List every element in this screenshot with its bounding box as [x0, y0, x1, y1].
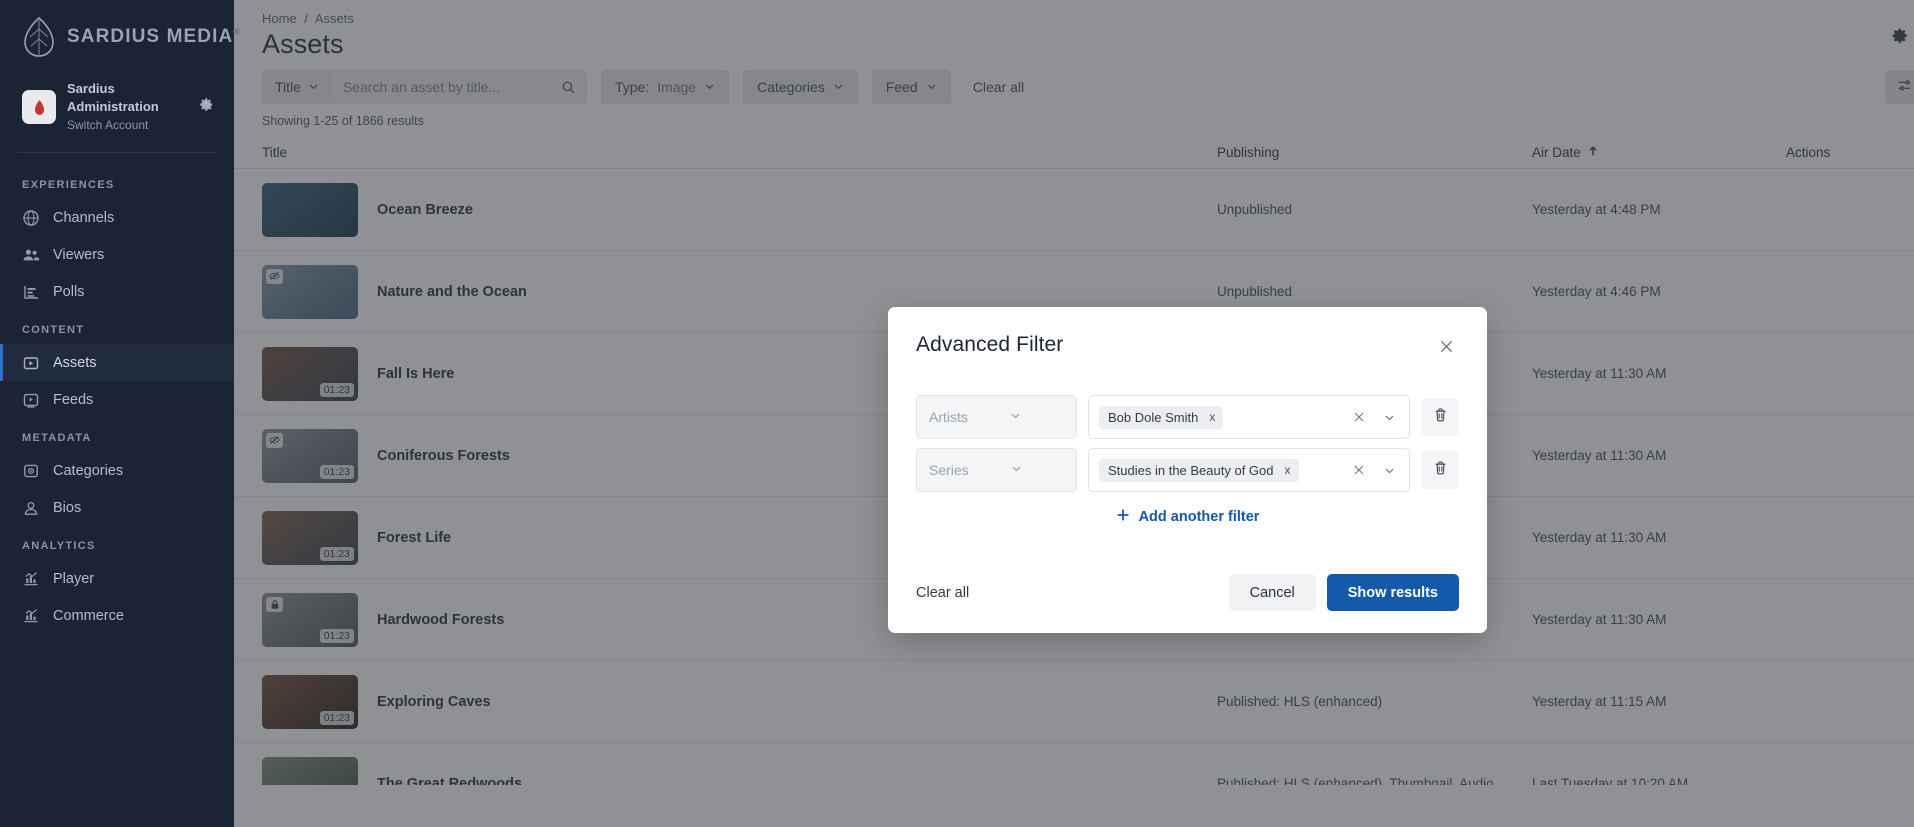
filter-field-placeholder: Series	[929, 462, 969, 478]
sidebar-item-label: Commerce	[53, 607, 124, 624]
sidebar-item-bios[interactable]: Bios	[0, 489, 234, 526]
sidebar-item-polls[interactable]: Polls	[0, 273, 234, 310]
sidebar-item-label: Assets	[53, 354, 97, 371]
sidebar-item-commerce[interactable]: Commerce	[0, 597, 234, 634]
add-another-filter-button[interactable]: Add another filter	[916, 508, 1459, 526]
filter-row: Series Studies in the Beauty of God x	[916, 448, 1459, 492]
modal-clear-all-button[interactable]: Clear all	[916, 585, 969, 601]
chart-up-icon	[22, 607, 40, 625]
modal-footer: Clear all Cancel Show results	[916, 574, 1459, 611]
poll-bars-icon	[22, 283, 40, 301]
modal-header: Advanced Filter	[916, 333, 1459, 359]
filter-value-tag: Bob Dole Smith x	[1099, 405, 1224, 429]
main-content: Home / Assets Assets A	[234, 0, 1914, 827]
trash-icon	[1433, 460, 1448, 481]
filter-row: Artists Bob Dole Smith x	[916, 395, 1459, 439]
globe-icon	[22, 209, 40, 227]
sidebar-item-channels[interactable]: Channels	[0, 199, 234, 236]
app-root: SARDIUS MEDIA® Sardius Administration Sw…	[0, 0, 1914, 827]
nav-section-content: CONTENT	[22, 324, 85, 336]
filter-value-tag-label: Bob Dole Smith	[1108, 409, 1199, 425]
delete-filter-row-button[interactable]	[1421, 398, 1459, 436]
sidebar-nav: EXPERIENCES Channels Viewers Polls CONTE…	[0, 165, 234, 634]
filter-value-tag-label: Studies in the Beauty of God	[1108, 462, 1274, 478]
filter-value-multiselect[interactable]: Bob Dole Smith x	[1088, 395, 1410, 439]
sidebar-item-label: Feeds	[53, 391, 94, 408]
filter-field-select[interactable]: Artists	[916, 395, 1077, 439]
sardius-leaf-logo-icon	[22, 16, 56, 57]
sidebar-divider	[18, 152, 216, 153]
sidebar-item-assets[interactable]: Assets	[0, 344, 234, 381]
delete-filter-row-button[interactable]	[1421, 451, 1459, 489]
cancel-button[interactable]: Cancel	[1228, 574, 1316, 611]
trash-icon	[1433, 407, 1448, 428]
chart-up-icon	[22, 570, 40, 588]
chevron-down-icon[interactable]	[1377, 405, 1401, 429]
sidebar: SARDIUS MEDIA® Sardius Administration Sw…	[0, 0, 239, 827]
feeds-icon	[22, 391, 40, 409]
account-switcher[interactable]: Sardius Administration Switch Account	[0, 74, 234, 148]
modal-title: Advanced Filter	[916, 333, 1064, 356]
filter-row-list: Artists Bob Dole Smith x Series Studies …	[916, 395, 1459, 492]
sidebar-item-label: Player	[53, 570, 95, 587]
clear-x-icon[interactable]	[1347, 405, 1371, 429]
sidebar-item-label: Viewers	[53, 246, 105, 263]
nav-section-metadata: METADATA	[22, 432, 92, 444]
show-results-button[interactable]: Show results	[1326, 574, 1459, 611]
switch-account-label: Switch Account	[67, 118, 149, 132]
remove-tag-icon[interactable]: x	[1209, 411, 1215, 423]
nav-section-experiences: EXPERIENCES	[22, 179, 115, 191]
chevron-down-icon	[1010, 462, 1064, 478]
chevron-down-icon[interactable]	[1377, 458, 1401, 482]
bios-icon	[22, 499, 40, 517]
sidebar-item-player[interactable]: Player	[0, 560, 234, 597]
assets-icon	[22, 354, 40, 372]
avatar	[22, 90, 56, 124]
close-icon[interactable]	[1433, 333, 1459, 359]
filter-value-tag: Studies in the Beauty of God x	[1099, 458, 1299, 482]
remove-tag-icon[interactable]: x	[1285, 464, 1291, 476]
chevron-down-icon	[1009, 409, 1064, 425]
brand-name: SARDIUS MEDIA®	[67, 26, 240, 48]
account-text: Sardius Administration Switch Account	[67, 80, 188, 134]
plus-icon	[1116, 508, 1130, 526]
sidebar-item-label: Channels	[53, 209, 115, 226]
filter-field-select[interactable]: Series	[916, 448, 1077, 492]
filter-field-placeholder: Artists	[929, 409, 968, 425]
nav-section-analytics: ANALYTICS	[22, 540, 96, 552]
add-another-filter-label: Add another filter	[1138, 509, 1260, 525]
filter-value-multiselect[interactable]: Studies in the Beauty of God x	[1088, 448, 1410, 492]
sidebar-item-label: Bios	[53, 499, 82, 516]
account-name: Sardius Administration	[67, 81, 159, 114]
advanced-filter-modal: Advanced Filter Artists Bob Dole Smith x	[888, 307, 1487, 633]
sidebar-item-feeds[interactable]: Feeds	[0, 381, 234, 418]
sidebar-item-label: Polls	[53, 283, 85, 300]
people-icon	[22, 246, 40, 264]
categories-icon	[22, 462, 40, 480]
sidebar-item-viewers[interactable]: Viewers	[0, 236, 234, 273]
brand-logo-area[interactable]: SARDIUS MEDIA®	[0, 0, 239, 74]
clear-x-icon[interactable]	[1347, 458, 1371, 482]
sidebar-item-categories[interactable]: Categories	[0, 452, 234, 489]
account-settings-gear-icon[interactable]	[199, 97, 220, 117]
sidebar-item-label: Categories	[53, 462, 124, 479]
